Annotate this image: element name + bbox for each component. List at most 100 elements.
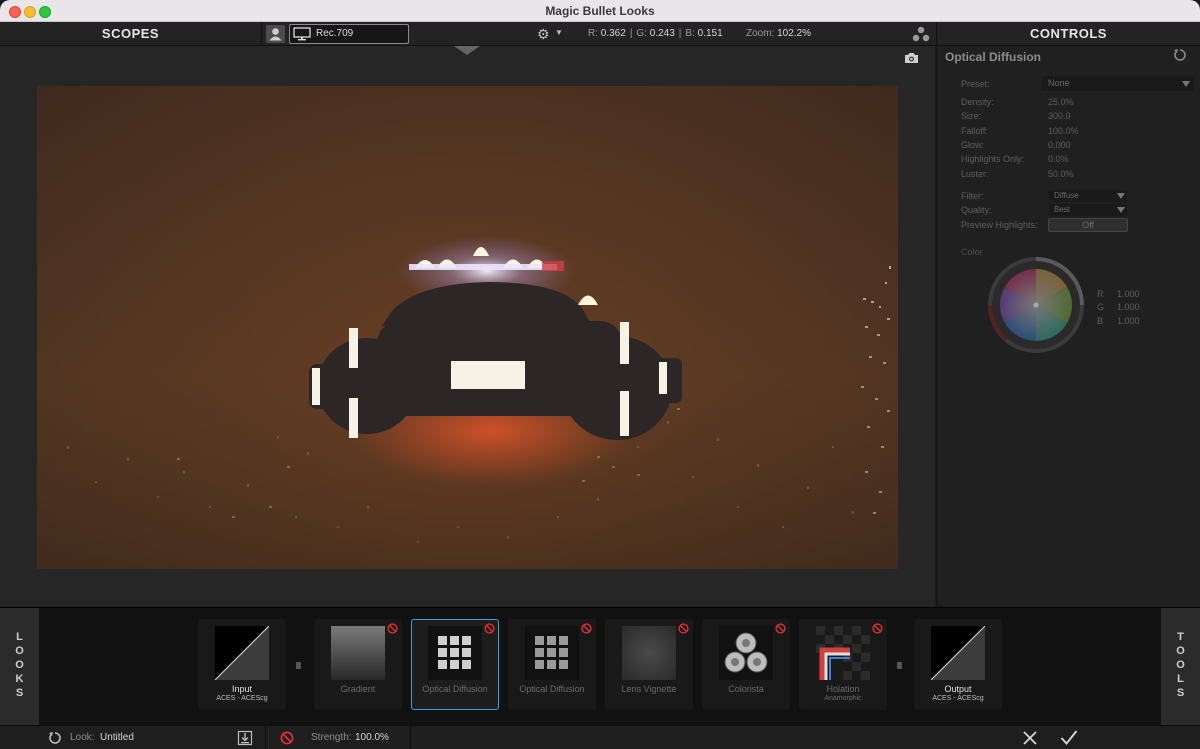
chevron-down-icon bbox=[1117, 207, 1125, 213]
param-value-density[interactable]: 25.0% bbox=[1048, 97, 1074, 107]
tools-tab-label: TOOLS bbox=[1176, 631, 1185, 699]
bypass-icon[interactable] bbox=[775, 623, 786, 634]
scopes-tab[interactable]: SCOPES bbox=[0, 22, 262, 46]
top-toolbar: SCOPES Rec.709 ⚙ ▼ R: 0.362 | G: 0.243 | B: 0… bbox=[0, 22, 1200, 46]
save-look-icon[interactable] bbox=[237, 730, 253, 746]
tool-sublabel: Anamorphic bbox=[824, 695, 862, 702]
chain-divider-handle[interactable] bbox=[897, 662, 902, 669]
input-curve-thumbnail bbox=[215, 626, 269, 680]
tool-label: Gradient bbox=[340, 684, 376, 694]
colorspace-label: Rec.709 bbox=[316, 28, 354, 39]
status-bar: Look: Untitled Strength: 100.0% bbox=[0, 725, 1200, 749]
tool-label: Lens Vignette bbox=[621, 684, 677, 694]
tool-sublabel: ACES - ACEScg bbox=[932, 695, 984, 702]
preview-image bbox=[37, 86, 898, 569]
preview-highlights-label: Preview Highlights: bbox=[961, 220, 1038, 230]
param-value-glow[interactable]: 0.000 bbox=[1048, 140, 1071, 150]
quality-dropdown[interactable]: Best bbox=[1049, 204, 1127, 216]
chevron-down-icon bbox=[1117, 193, 1125, 199]
param-label-size: Size: bbox=[961, 111, 982, 121]
scopes-collapse-handle[interactable] bbox=[454, 46, 480, 55]
tool-label: Colorista bbox=[728, 684, 764, 694]
gradient-thumbnail bbox=[331, 626, 385, 680]
bypass-icon[interactable] bbox=[678, 623, 689, 634]
look-name[interactable]: Untitled bbox=[100, 732, 134, 743]
strength-label: Strength: bbox=[311, 732, 352, 743]
tool-card-input[interactable]: Input ACES - ACEScg bbox=[198, 619, 286, 710]
controls-tab[interactable]: CONTROLS bbox=[936, 22, 1200, 46]
preset-value: None bbox=[1048, 78, 1070, 88]
colorista-thumbnail bbox=[719, 626, 773, 680]
tool-card-optical-diffusion-2[interactable]: Optical Diffusion bbox=[508, 619, 596, 710]
image-viewer[interactable] bbox=[0, 46, 935, 607]
param-value-falloff[interactable]: 100.0% bbox=[1048, 126, 1079, 136]
optical-diffusion-thumbnail bbox=[525, 626, 579, 680]
flying-car-scene bbox=[37, 86, 898, 569]
preset-dropdown[interactable]: None bbox=[1042, 76, 1194, 91]
undo-icon[interactable] bbox=[48, 731, 62, 745]
controls-panel: Optical Diffusion Preset: None Density: … bbox=[936, 46, 1200, 607]
param-value-highlights-only[interactable]: 0.0% bbox=[1048, 154, 1069, 164]
filter-dropdown[interactable]: Diffuse bbox=[1049, 190, 1127, 202]
tool-card-gradient[interactable]: Gradient bbox=[314, 619, 402, 710]
selected-tool-name: Optical Diffusion bbox=[945, 50, 1041, 64]
tool-sublabel: ACES - ACEScg bbox=[216, 695, 268, 702]
tool-label: Holation bbox=[826, 684, 860, 694]
status-divider bbox=[410, 726, 411, 749]
bypass-icon[interactable] bbox=[387, 623, 398, 634]
view-settings-menu[interactable]: ⚙ ▼ bbox=[537, 26, 563, 43]
tool-label: Optical Diffusion bbox=[519, 684, 585, 694]
bypass-icon[interactable] bbox=[872, 623, 883, 634]
pixel-rgb-readout: R: 0.362 | G: 0.243 | B: 0.151 bbox=[588, 28, 723, 39]
look-label: Look: bbox=[70, 732, 95, 743]
param-value-size[interactable]: 300.0 bbox=[1048, 111, 1071, 121]
tool-label: Optical Diffusion bbox=[422, 684, 488, 694]
filter-label: Filter: bbox=[961, 191, 984, 201]
chevron-down-icon: ▼ bbox=[555, 28, 563, 37]
tool-card-lens-vignette[interactable]: Lens Vignette bbox=[605, 619, 693, 710]
param-label-glow: Glow: bbox=[961, 140, 985, 150]
bypass-icon[interactable] bbox=[581, 623, 592, 634]
holation-thumbnail bbox=[816, 626, 870, 680]
preview-highlights-toggle[interactable]: Off bbox=[1048, 218, 1128, 232]
filter-value: Diffuse bbox=[1054, 191, 1079, 200]
color-g-row: G 1.000 bbox=[1097, 302, 1140, 312]
camera-icon[interactable] bbox=[904, 52, 919, 64]
tool-card-output[interactable]: Output ACES - ACEScg bbox=[914, 619, 1002, 710]
param-label-falloff: Falloff: bbox=[961, 126, 988, 136]
color-label: Color bbox=[961, 247, 983, 257]
cancel-icon[interactable] bbox=[1022, 730, 1038, 746]
tool-card-colorista[interactable]: Colorista bbox=[702, 619, 790, 710]
tool-card-holation[interactable]: Holation Anamorphic bbox=[799, 619, 887, 710]
reset-icon[interactable] bbox=[1173, 48, 1187, 62]
window-title: Magic Bullet Looks bbox=[545, 4, 655, 18]
optical-diffusion-thumbnail bbox=[428, 626, 482, 680]
colorspace-select[interactable]: Rec.709 bbox=[289, 24, 409, 44]
tool-card-optical-diffusion-1[interactable]: Optical Diffusion bbox=[411, 619, 499, 710]
param-label-luster: Luster: bbox=[961, 169, 989, 179]
user-icon[interactable] bbox=[266, 25, 285, 43]
zoom-readout: Zoom: 102.2% bbox=[746, 28, 812, 39]
chevron-down-icon bbox=[1182, 81, 1190, 87]
color-wheel[interactable] bbox=[988, 257, 1084, 353]
output-curve-thumbnail bbox=[931, 626, 985, 680]
tool-label: Output bbox=[944, 684, 972, 694]
looks-drawer-tab[interactable]: LOOKS bbox=[0, 608, 39, 726]
status-divider bbox=[265, 726, 266, 749]
quality-label: Quality: bbox=[961, 205, 992, 215]
confirm-checkmark-icon[interactable] bbox=[1060, 729, 1078, 746]
looks-tab-label: LOOKS bbox=[15, 631, 24, 699]
param-label-density: Density: bbox=[961, 97, 994, 107]
tools-drawer-tab[interactable]: TOOLS bbox=[1161, 608, 1200, 726]
tool-label: Input bbox=[231, 684, 253, 694]
monitor-icon bbox=[293, 27, 311, 41]
strength-value[interactable]: 100.0% bbox=[355, 732, 389, 743]
param-value-luster[interactable]: 50.0% bbox=[1048, 169, 1074, 179]
bypass-all-icon[interactable] bbox=[280, 731, 294, 745]
tool-chain-toggle-icon[interactable] bbox=[910, 26, 932, 42]
preset-label: Preset: bbox=[961, 79, 990, 89]
color-r-row: R 1.000 bbox=[1097, 289, 1140, 299]
tool-chain: LOOKS Input ACES - ACEScg Gradient Optic… bbox=[0, 607, 1200, 726]
bypass-icon[interactable] bbox=[484, 623, 495, 634]
chain-divider-handle[interactable] bbox=[296, 662, 301, 669]
